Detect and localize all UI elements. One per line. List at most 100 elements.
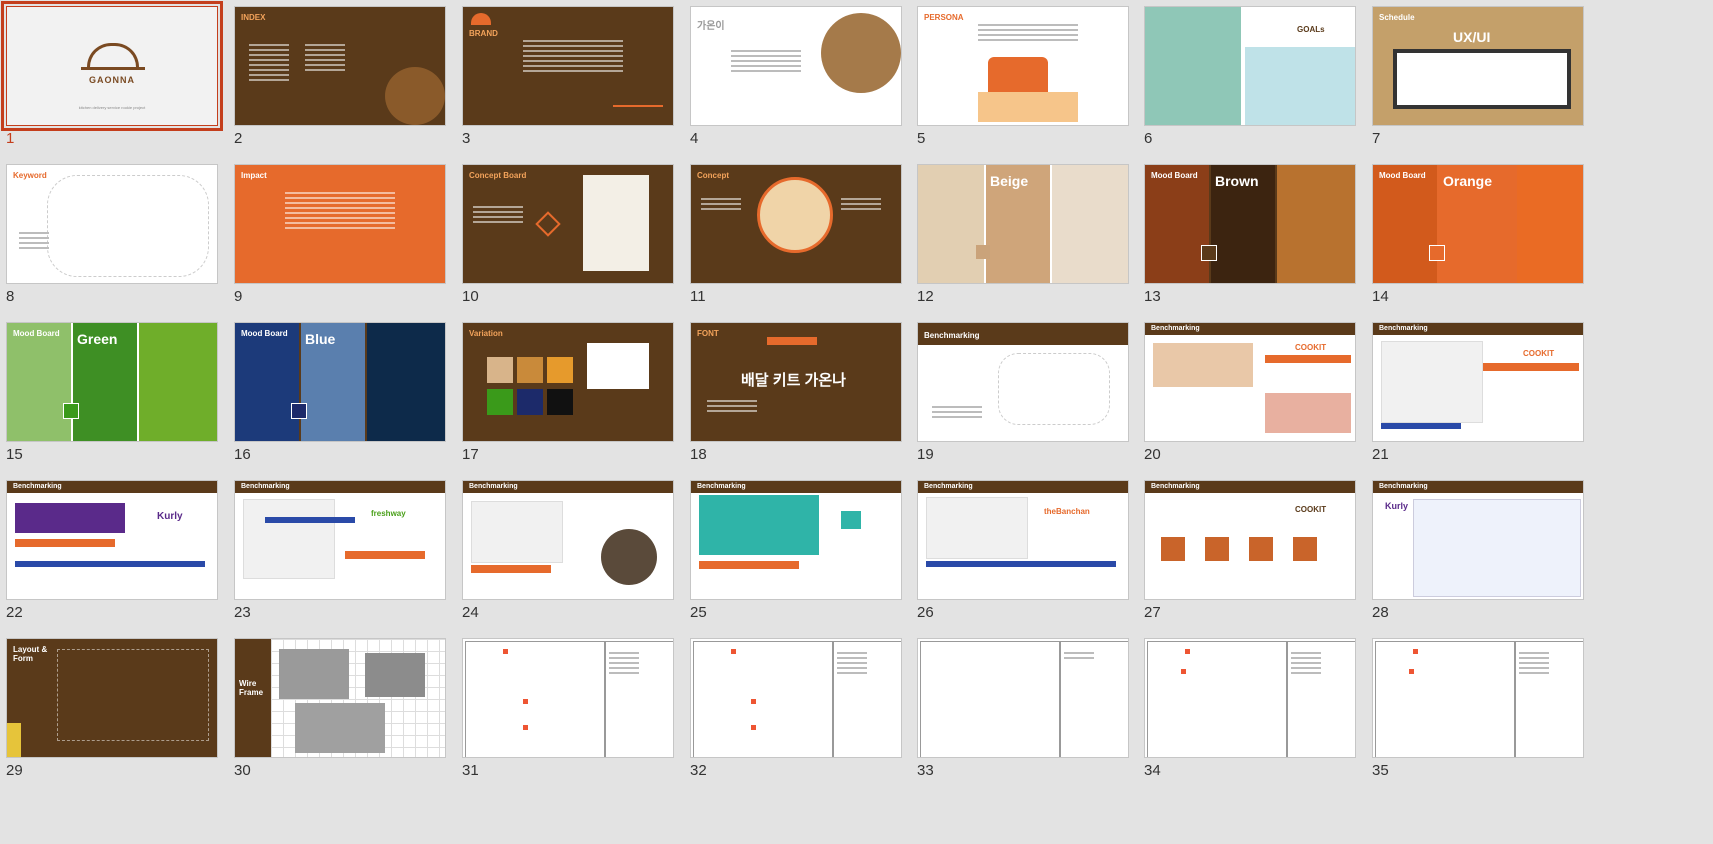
slide-title: Concept Board — [469, 171, 527, 180]
slide-number-26: 26 — [917, 604, 934, 621]
slide-number-13: 13 — [1144, 288, 1161, 305]
slide-title: Keyword — [13, 171, 47, 180]
slide-thumbnail-16[interactable]: Mood Board Blue — [234, 322, 446, 442]
slide-number-25: 25 — [690, 604, 707, 621]
slide-thumbnail-21[interactable]: Benchmarking COOKIT — [1372, 322, 1584, 442]
slide-brand-label: theBanchan — [1044, 507, 1090, 516]
slide-thumbnail-3[interactable]: BRAND — [462, 6, 674, 126]
slide-thumbnail-9[interactable]: Impact — [234, 164, 446, 284]
slide-title: Wire Frame — [239, 679, 264, 697]
slide-thumbnail-22[interactable]: Benchmarking Kurly — [6, 480, 218, 600]
color-swatch — [1201, 245, 1217, 261]
slide-title: Benchmarking — [469, 483, 518, 490]
slide-thumbnail-1[interactable]: GAONNA kitchen delivery service rookie p… — [1, 1, 223, 131]
screenshot-image — [699, 495, 819, 555]
screenshot-image — [1153, 343, 1253, 387]
slide-title: Mood Board — [13, 329, 60, 338]
slide-thumbnail-32[interactable] — [690, 638, 902, 758]
slide-number-29: 29 — [6, 762, 23, 779]
slide-thumbnail-6[interactable]: GOALs — [1144, 6, 1356, 126]
slide-title: GOALs — [1297, 25, 1325, 34]
slide-number-5: 5 — [917, 130, 926, 147]
orange-image-1 — [1373, 165, 1437, 283]
slide-thumbnail-11[interactable]: Concept — [690, 164, 902, 284]
slide-subtitle: kitchen delivery service rookie project — [78, 105, 146, 110]
slide-title: Mood Board — [1379, 171, 1426, 180]
slide-number-15: 15 — [6, 446, 23, 463]
slide-title: 가온이 — [697, 21, 725, 32]
slide-title: Benchmarking — [697, 483, 746, 490]
slide-number-12: 12 — [917, 288, 934, 305]
slide-title: Mood Board — [241, 329, 288, 338]
blue-image-3 — [367, 323, 445, 441]
slide-thumbnail-10[interactable]: Concept Board — [462, 164, 674, 284]
goal-illustration-left — [1145, 7, 1241, 125]
blue-image-1 — [235, 323, 299, 441]
slide-number-17: 17 — [462, 446, 479, 463]
slide-number-31: 31 — [462, 762, 479, 779]
slide-number-21: 21 — [1372, 446, 1389, 463]
slide-number-14: 14 — [1372, 288, 1389, 305]
keyword-mindmap — [47, 175, 209, 277]
slide-thumbnail-18[interactable]: FONT 배달 키트 가온나 — [690, 322, 902, 442]
slide-number-7: 7 — [1372, 130, 1381, 147]
slide-number-27: 27 — [1144, 604, 1161, 621]
slide-big-text: Beige — [990, 173, 1029, 189]
slide-thumbnail-7[interactable]: Schedule UX/UI — [1372, 6, 1584, 126]
slide-title: Benchmarking — [1379, 483, 1428, 490]
slide-number-28: 28 — [1372, 604, 1389, 621]
slide-thumbnail-20[interactable]: Benchmarking COOKIT — [1144, 322, 1356, 442]
orange-image-2 — [1517, 165, 1583, 283]
slide-brand-label: COOKIT — [1523, 349, 1555, 358]
slide-title: Benchmarking — [1151, 483, 1200, 490]
slide-thumbnail-14[interactable]: Mood Board Orange — [1372, 164, 1584, 284]
slide-thumbnail-29[interactable]: Layout & Form — [6, 638, 218, 758]
slide-thumbnail-4[interactable]: 가온이 — [690, 6, 902, 126]
slide-thumbnail-5[interactable]: PERSONA — [917, 6, 1129, 126]
slide-number-35: 35 — [1372, 762, 1389, 779]
slide-title: BRAND — [469, 29, 498, 38]
slide-thumbnail-26[interactable]: Benchmarking theBanchan — [917, 480, 1129, 600]
slide-thumbnail-13[interactable]: Mood Board Brown — [1144, 164, 1356, 284]
slide-number-22: 22 — [6, 604, 23, 621]
slide-number-32: 32 — [690, 762, 707, 779]
screenshot-image — [1381, 341, 1483, 423]
slide-thumbnail-27[interactable]: Benchmarking COOKIT — [1144, 480, 1356, 600]
slide-thumbnail-8[interactable]: Keyword — [6, 164, 218, 284]
slide-thumbnail-35[interactable] — [1372, 638, 1584, 758]
wireframe-sketch — [295, 703, 385, 753]
slide-thumbnail-19[interactable]: Benchmarking — [917, 322, 1129, 442]
slide-title: Benchmarking — [924, 483, 973, 490]
slide-thumbnail-12[interactable]: Beige — [917, 164, 1129, 284]
slide-big-text: UX/UI — [1453, 29, 1491, 45]
slide-thumbnail-23[interactable]: Benchmarking freshway — [234, 480, 446, 600]
slide-title: INDEX — [241, 13, 266, 22]
slide-thumbnail-33[interactable] — [917, 638, 1129, 758]
slide-thumbnail-2[interactable]: INDEX — [234, 6, 446, 126]
slide-thumbnail-24[interactable]: Benchmarking — [462, 480, 674, 600]
slide-thumbnail-17[interactable]: Variation — [462, 322, 674, 442]
slide-thumbnail-31[interactable] — [462, 638, 674, 758]
slide-title: Layout & Form — [13, 645, 48, 663]
slide-thumbnail-30[interactable]: Wire Frame — [234, 638, 446, 758]
cloche-icon — [471, 13, 491, 25]
slide-number-3: 3 — [462, 130, 471, 147]
slide-title: PERSONA — [924, 13, 964, 22]
slide-thumbnail-25[interactable]: Benchmarking — [690, 480, 902, 600]
slide-title: Variation — [469, 329, 503, 338]
slide-title: FONT — [697, 329, 719, 338]
logo-base — [81, 67, 145, 70]
slide-thumbnail-34[interactable] — [1144, 638, 1356, 758]
slide-thumbnail-15[interactable]: Mood Board Green — [6, 322, 218, 442]
slide-number-18: 18 — [690, 446, 707, 463]
wireframe-sketch — [279, 649, 349, 699]
concept-board-image — [583, 175, 649, 271]
screenshot-image — [15, 503, 125, 533]
slide-big-text: 배달 키트 가온나 — [741, 372, 846, 389]
slide-number-6: 6 — [1144, 130, 1153, 147]
slide-thumbnail-28[interactable]: Benchmarking Kurly — [1372, 480, 1584, 600]
green-image-3 — [139, 323, 217, 441]
color-swatch — [976, 245, 990, 259]
slide-number-30: 30 — [234, 762, 251, 779]
slide-brand-label: Kurly — [157, 511, 183, 522]
